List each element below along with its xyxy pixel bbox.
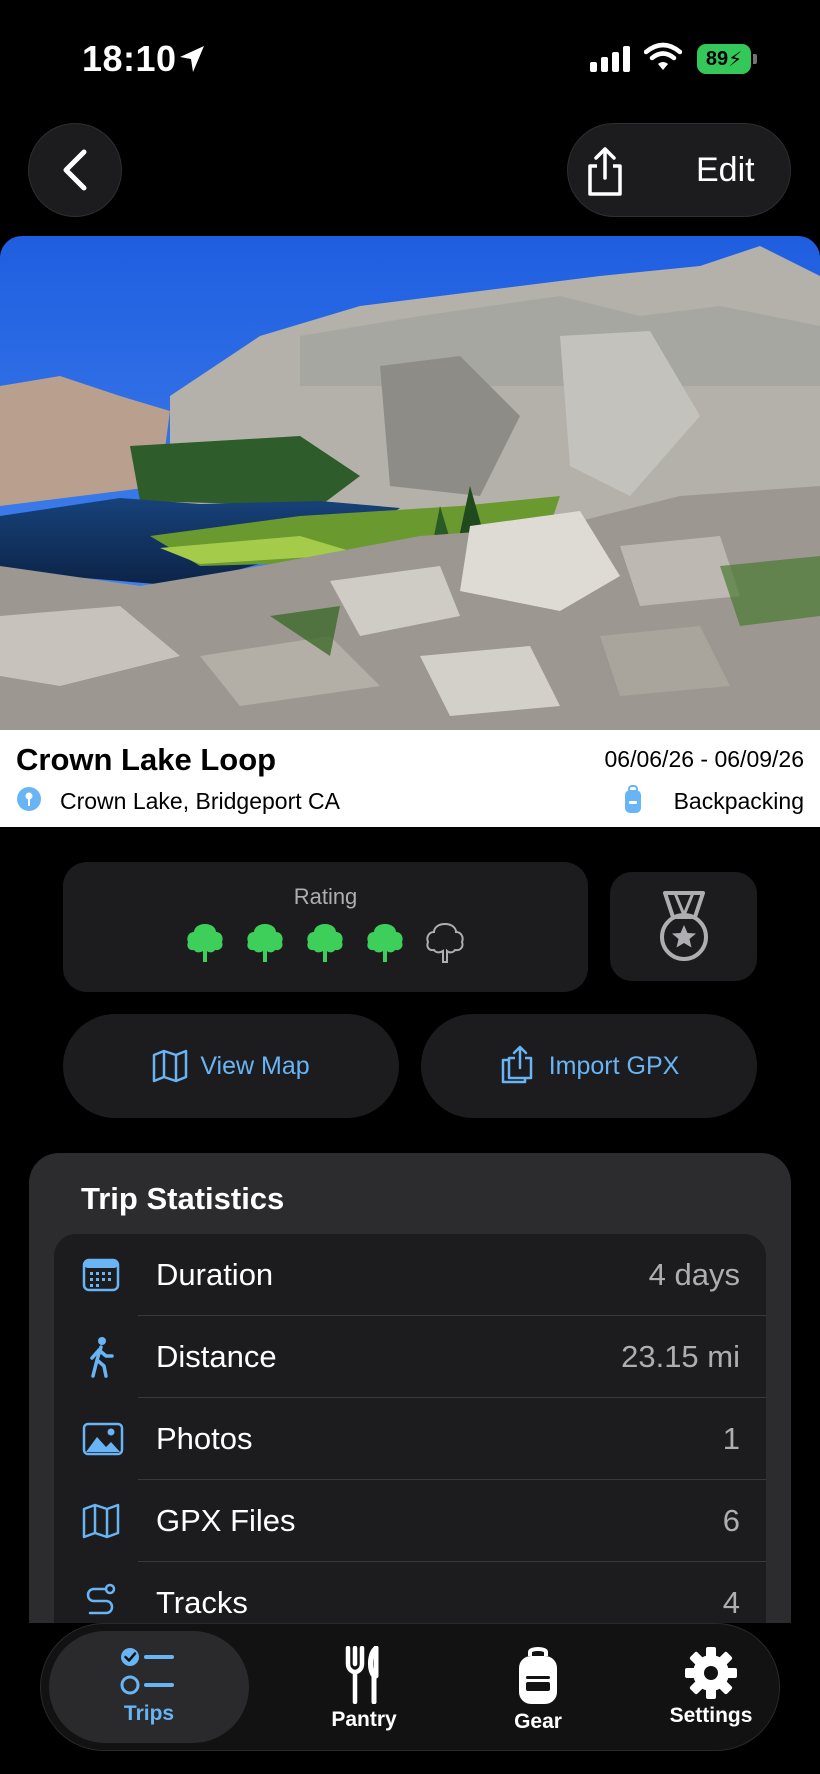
stat-row-tracks: Tracks 4: [54, 1562, 766, 1623]
import-gpx-label: Import GPX: [548, 1051, 680, 1080]
checklist-icon: [120, 1648, 174, 1695]
tab-label: Gear: [514, 1710, 562, 1733]
stat-row-distance: Distance 23.15 mi: [54, 1316, 766, 1398]
tab-trips[interactable]: Trips: [49, 1631, 249, 1743]
status-time: 18:10: [82, 38, 177, 79]
tree-rating-icon-filled[interactable]: [303, 920, 347, 964]
map-icon: [82, 1503, 120, 1539]
stat-label: Distance: [156, 1339, 277, 1374]
trip-cover-photo: [0, 236, 820, 730]
backpack-icon: [625, 785, 641, 813]
tab-pantry[interactable]: Pantry: [279, 1631, 449, 1743]
cellular-signal-icon: [590, 46, 630, 72]
map-icon: [153, 1049, 188, 1083]
stat-label: Photos: [156, 1421, 253, 1456]
stats-list: Duration 4 days Distance 23.15 mi Photos…: [54, 1234, 766, 1623]
medal-icon: [659, 890, 708, 961]
photo-icon: [82, 1422, 124, 1456]
view-map-label: View Map: [200, 1051, 310, 1080]
share-icon[interactable]: [582, 146, 628, 198]
stat-row-duration: Duration 4 days: [54, 1234, 766, 1316]
trip-location: Crown Lake, Bridgeport CA: [60, 788, 340, 814]
stat-value: 4: [722, 1585, 740, 1620]
rating-card[interactable]: Rating: [63, 862, 588, 992]
rating-label: Rating: [293, 884, 358, 909]
fork-knife-icon: [345, 1646, 379, 1704]
trip-info-card: Crown Lake Loop 06/06/26 - 06/09/26 Crow…: [0, 730, 820, 827]
gear-icon: [685, 1647, 737, 1699]
import-gpx-button[interactable]: Import GPX: [421, 1014, 757, 1118]
tab-label: Settings: [669, 1704, 753, 1727]
achievement-button[interactable]: [610, 872, 757, 981]
stats-title: Trip Statistics: [81, 1181, 285, 1216]
battery-icon: 89 ⚡: [697, 44, 757, 74]
tree-rating-icon-filled[interactable]: [243, 920, 287, 964]
rating-trees[interactable]: [183, 920, 467, 964]
tab-bar: Trips Pantry Gear Settings: [40, 1623, 780, 1751]
view-map-button[interactable]: View Map: [63, 1014, 399, 1118]
tab-gear[interactable]: Gear: [453, 1631, 623, 1743]
stat-value: 23.15 mi: [621, 1339, 740, 1374]
hiker-icon: [90, 1337, 114, 1378]
wifi-icon: [644, 42, 682, 70]
tab-label: Trips: [123, 1702, 175, 1725]
tab-settings[interactable]: Settings: [626, 1631, 796, 1743]
edit-button[interactable]: Edit: [696, 151, 755, 190]
status-bar: 18:10 89 ⚡: [0, 0, 820, 120]
path-icon: [86, 1583, 116, 1615]
stat-value: 4 days: [648, 1257, 740, 1292]
location-pin-icon: [17, 787, 41, 811]
tab-label: Pantry: [331, 1708, 397, 1731]
stat-label: Duration: [156, 1257, 274, 1292]
stat-value: 1: [722, 1421, 740, 1456]
stat-value: 6: [722, 1503, 740, 1538]
back-button[interactable]: [28, 123, 122, 217]
tree-rating-icon-empty[interactable]: [423, 920, 467, 964]
import-icon: [501, 1045, 532, 1084]
stat-row-gpx-files: GPX Files 6: [54, 1480, 766, 1562]
chevron-left-icon: [63, 149, 87, 191]
stat-label: Tracks: [156, 1585, 248, 1620]
location-arrow-icon: [180, 46, 204, 72]
trip-title: Crown Lake Loop: [16, 742, 277, 777]
backpack-icon: [519, 1647, 557, 1704]
stat-row-photos: Photos 1: [54, 1398, 766, 1480]
trip-dates: 06/06/26 - 06/09/26: [604, 746, 805, 772]
trip-statistics-card: Trip Statistics Duration 4 days Distance: [29, 1153, 791, 1623]
tree-rating-icon-filled[interactable]: [183, 920, 227, 964]
trip-type: Backpacking: [673, 788, 804, 814]
calendar-icon: [82, 1258, 120, 1292]
tree-rating-icon-filled[interactable]: [363, 920, 407, 964]
stat-label: GPX Files: [156, 1503, 296, 1538]
battery-level: 89: [705, 47, 729, 70]
